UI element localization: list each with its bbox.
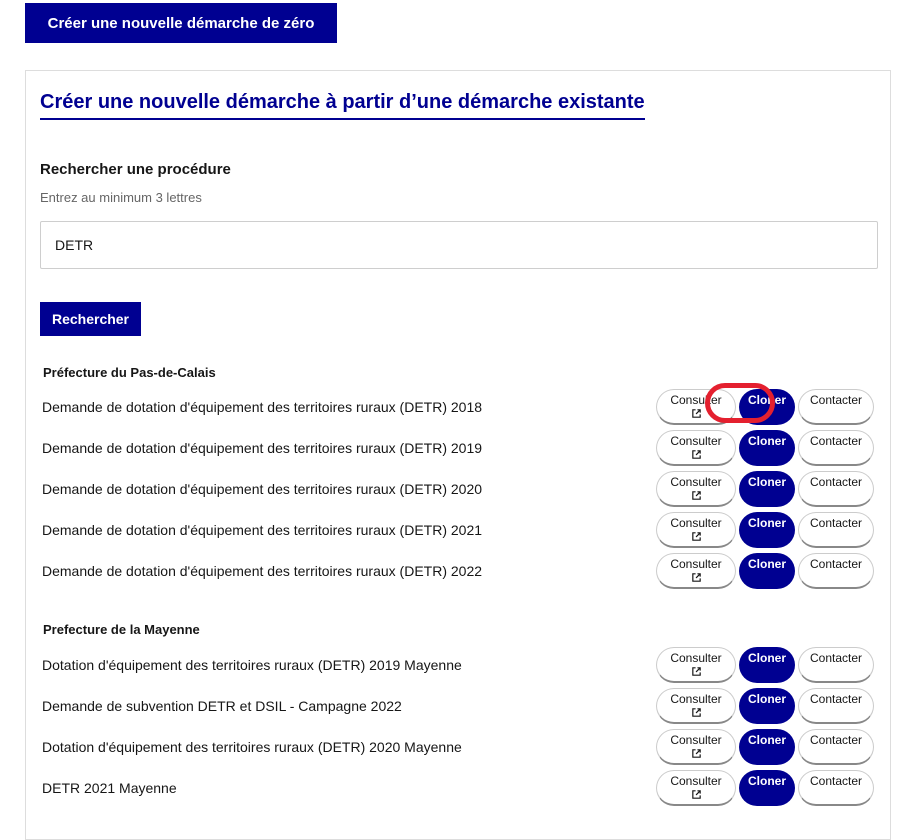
contact-button[interactable]: Contacter — [798, 553, 874, 589]
external-link-icon — [657, 789, 735, 803]
search-button[interactable]: Rechercher — [40, 302, 141, 336]
contact-button[interactable]: Contacter — [798, 647, 874, 683]
clone-button[interactable]: Cloner — [739, 389, 795, 425]
consult-button[interactable]: Consulter — [656, 688, 736, 724]
clone-button[interactable]: Cloner — [739, 647, 795, 683]
contact-button[interactable]: Contacter — [798, 430, 874, 466]
procedure-name: Demande de dotation d'équipement des ter… — [42, 440, 483, 456]
consult-button[interactable]: Consulter — [656, 553, 736, 589]
consult-button[interactable]: Consulter — [656, 770, 736, 806]
consult-label: Consulter — [670, 393, 722, 407]
procedure-name: Dotation d'équipement des territoires ru… — [42, 657, 462, 673]
consult-label: Consulter — [670, 774, 722, 788]
consult-label: Consulter — [670, 733, 722, 747]
contact-button[interactable]: Contacter — [798, 729, 874, 765]
procedure-name: DETR 2021 Mayenne — [42, 780, 177, 796]
procedure-row: DETR 2021 Mayenne Consulter Cloner Contacte… — [42, 770, 878, 808]
consult-label: Consulter — [670, 692, 722, 706]
search-hint: Entrez au minimum 3 lettres — [40, 190, 202, 205]
clone-button[interactable]: Cloner — [739, 688, 795, 724]
procedure-row: Dotation d'équipement des territoires ru… — [42, 729, 878, 767]
search-input[interactable] — [40, 221, 878, 269]
contact-button[interactable]: Contacter — [798, 770, 874, 806]
procedure-name: Demande de dotation d'équipement des ter… — [42, 563, 483, 579]
external-link-icon — [657, 531, 735, 545]
consult-button[interactable]: Consulter — [656, 647, 736, 683]
contact-button[interactable]: Contacter — [798, 389, 874, 425]
clone-button[interactable]: Cloner — [739, 770, 795, 806]
consult-label: Consulter — [670, 557, 722, 571]
consult-button[interactable]: Consulter — [656, 729, 736, 765]
clone-button[interactable]: Cloner — [739, 430, 795, 466]
search-label: Rechercher une procédure — [40, 161, 231, 178]
external-link-icon — [657, 408, 735, 422]
procedure-name: Dotation d'équipement des territoires ru… — [42, 739, 462, 755]
procedure-row: Demande de dotation d'équipement des ter… — [42, 512, 878, 550]
consult-button[interactable]: Consulter — [656, 389, 736, 425]
procedure-row: Demande de dotation d'équipement des ter… — [42, 430, 878, 468]
consult-button[interactable]: Consulter — [656, 512, 736, 548]
section-title: Créer une nouvelle démarche à partir d’u… — [40, 91, 645, 120]
consult-label: Consulter — [670, 475, 722, 489]
clone-button[interactable]: Cloner — [739, 512, 795, 548]
procedure-name: Demande de dotation d'équipement des ter… — [42, 399, 483, 415]
procedure-row: Demande de dotation d'équipement des ter… — [42, 553, 878, 591]
procedure-name: Demande de subvention DETR et DSIL - Cam… — [42, 698, 402, 714]
clone-section: Créer une nouvelle démarche à partir d’u… — [25, 70, 891, 840]
contact-button[interactable]: Contacter — [798, 688, 874, 724]
procedure-row: Demande de dotation d'équipement des ter… — [42, 471, 878, 509]
group-title: Préfecture du Pas-de-Calais — [43, 365, 216, 380]
external-link-icon — [657, 748, 735, 762]
procedure-row: Demande de dotation d'équipement des ter… — [42, 389, 878, 427]
procedure-name: Demande de dotation d'équipement des ter… — [42, 481, 483, 497]
consult-label: Consulter — [670, 651, 722, 665]
external-link-icon — [657, 572, 735, 586]
procedure-name: Demande de dotation d'équipement des ter… — [42, 522, 483, 538]
consult-button[interactable]: Consulter — [656, 430, 736, 466]
contact-button[interactable]: Contacter — [798, 471, 874, 507]
clone-button[interactable]: Cloner — [739, 553, 795, 589]
clone-button[interactable]: Cloner — [739, 471, 795, 507]
consult-button[interactable]: Consulter — [656, 471, 736, 507]
procedure-row: Demande de subvention DETR et DSIL - Cam… — [42, 688, 878, 726]
consult-label: Consulter — [670, 516, 722, 530]
contact-button[interactable]: Contacter — [798, 512, 874, 548]
external-link-icon — [657, 707, 735, 721]
create-scratch-button[interactable]: Créer une nouvelle démarche de zéro — [25, 3, 337, 43]
external-link-icon — [657, 490, 735, 504]
clone-button[interactable]: Cloner — [739, 729, 795, 765]
consult-label: Consulter — [670, 434, 722, 448]
procedure-row: Dotation d'équipement des territoires ru… — [42, 647, 878, 685]
external-link-icon — [657, 666, 735, 680]
external-link-icon — [657, 449, 735, 463]
group-title: Prefecture de la Mayenne — [43, 622, 200, 637]
